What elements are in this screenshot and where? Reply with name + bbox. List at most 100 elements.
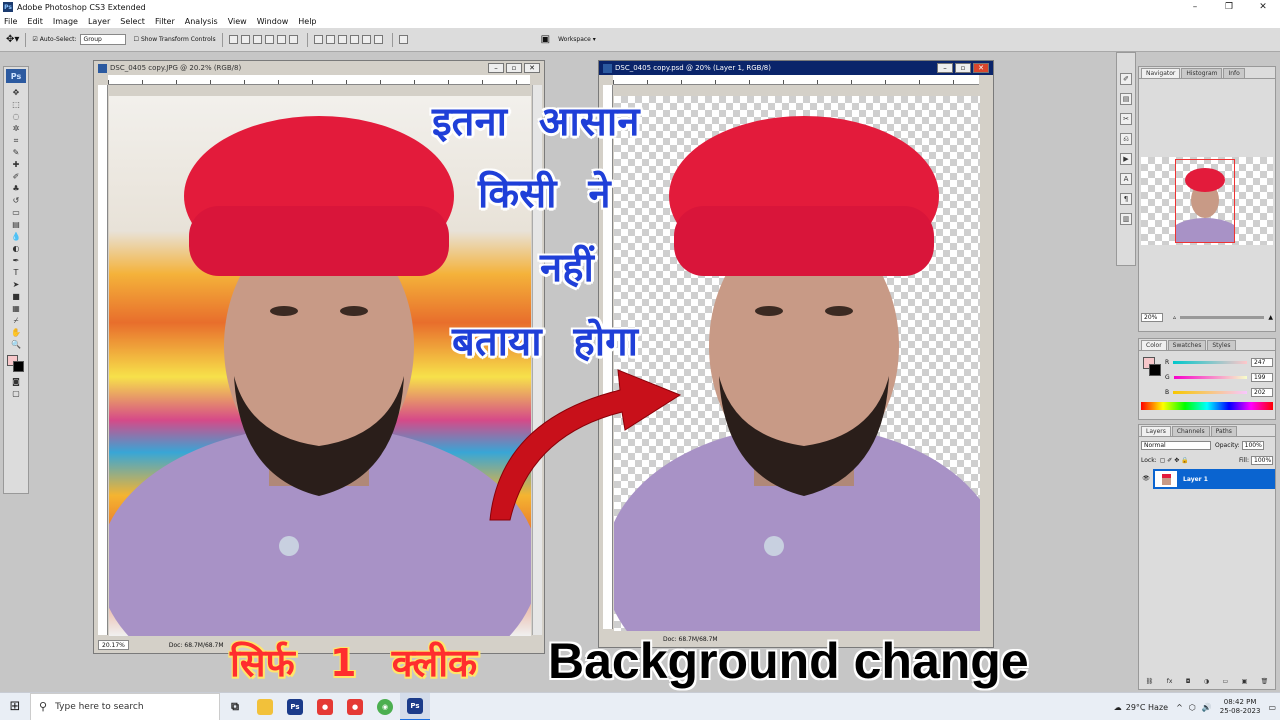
taskbar-app-recorder-2[interactable]: ● (340, 693, 370, 720)
blur-tool-icon[interactable]: 💧 (10, 232, 22, 242)
align-bottom-icon[interactable] (252, 35, 262, 44)
auto-select-dropdown[interactable]: Group (79, 34, 126, 45)
menu-help[interactable]: Help (298, 17, 316, 26)
value-r[interactable]: 247 (1251, 358, 1273, 367)
pen-tool-icon[interactable]: ✒ (10, 256, 22, 266)
doc-minimize-icon[interactable]: – (488, 63, 504, 73)
document-title-bar[interactable]: DSC_0405 copy.psd @ 20% (Layer 1, RGB/8) (599, 61, 993, 75)
auto-align-icon[interactable] (398, 35, 408, 44)
taskbar-app-recorder[interactable]: ● (310, 693, 340, 720)
lock-icons[interactable]: ▢ ✐ ✥ 🔒 (1160, 457, 1189, 464)
eraser-tool-icon[interactable]: ▭ (10, 208, 22, 218)
tab-channels[interactable]: Channels (1171, 426, 1210, 436)
taskbar-search[interactable]: ⚲ Type here to search (30, 692, 220, 720)
type-tool-icon[interactable]: T (10, 268, 22, 278)
task-view-button[interactable]: ⧉ (220, 693, 250, 720)
tab-styles[interactable]: Styles (1207, 340, 1236, 350)
visibility-eye-icon[interactable]: 👁 (1139, 469, 1153, 489)
doc-close-icon[interactable]: ✕ (973, 63, 989, 73)
menu-image[interactable]: Image (53, 17, 78, 26)
distribute-right-icon[interactable] (373, 35, 383, 44)
value-b[interactable]: 202 (1251, 388, 1273, 397)
maximize-icon[interactable]: ❐ (1212, 0, 1246, 14)
auto-select-checkbox[interactable]: ☑ (32, 36, 37, 43)
distribute-vcenter-icon[interactable] (325, 35, 335, 44)
tab-navigator[interactable]: Navigator (1141, 68, 1181, 78)
weather-text[interactable]: 29°C Haze (1126, 703, 1168, 712)
value-g[interactable]: 199 (1251, 373, 1273, 382)
notes-tool-icon[interactable]: ▦ (10, 304, 22, 314)
tab-info[interactable]: Info (1223, 68, 1245, 78)
slider-r[interactable] (1173, 361, 1247, 364)
menu-edit[interactable]: Edit (27, 17, 43, 26)
zoom-in-icon[interactable]: ▲ (1268, 314, 1273, 321)
move-tool-icon[interactable]: ✥ (10, 88, 22, 98)
distribute-bottom-icon[interactable] (337, 35, 347, 44)
path-selection-icon[interactable]: ➤ (10, 280, 22, 290)
document-window-edited[interactable]: DSC_0405 copy.psd @ 20% (Layer 1, RGB/8)… (598, 60, 994, 648)
taskbar-app-photoshop-active[interactable]: Ps (400, 692, 430, 720)
color-swatches[interactable] (7, 355, 25, 372)
magic-wand-icon[interactable]: ✲ (10, 124, 22, 134)
zoom-tool-icon[interactable]: 🔍 (10, 340, 22, 350)
crop-tool-icon[interactable]: ⌗ (10, 136, 22, 146)
doc-maximize-icon[interactable]: ▫ (955, 63, 971, 73)
adjustment-layer-icon[interactable]: ◑ (1204, 678, 1209, 685)
background-color[interactable] (13, 361, 24, 372)
tab-paths[interactable]: Paths (1210, 426, 1237, 436)
shape-tool-icon[interactable]: ■ (10, 292, 22, 302)
menu-file[interactable]: File (4, 17, 17, 26)
align-left-icon[interactable] (264, 35, 274, 44)
align-right-icon[interactable] (288, 35, 298, 44)
zoom-slider[interactable] (1180, 316, 1265, 319)
clock[interactable]: 08:42 PM 25-08-2023 (1220, 698, 1261, 716)
quick-mask-icon[interactable]: ◙ (10, 377, 22, 387)
dodge-tool-icon[interactable]: ◐ (10, 244, 22, 254)
brushes-panel-icon[interactable]: ✐ (1120, 73, 1132, 85)
bg-color-chip[interactable] (1149, 364, 1161, 376)
doc-close-icon[interactable]: ✕ (524, 63, 540, 73)
doc-minimize-icon[interactable]: – (937, 63, 953, 73)
gradient-tool-icon[interactable]: ▤ (10, 220, 22, 230)
align-top-icon[interactable] (228, 35, 238, 44)
new-layer-icon[interactable]: ▣ (1242, 678, 1248, 685)
move-tool-icon[interactable]: ✥▾ (6, 34, 19, 45)
color-spectrum[interactable] (1141, 402, 1273, 410)
menu-window[interactable]: Window (257, 17, 289, 26)
new-group-icon[interactable]: ▭ (1223, 678, 1229, 685)
healing-brush-icon[interactable]: ✚ (10, 160, 22, 170)
layer-style-icon[interactable]: fx (1167, 678, 1173, 685)
slider-b[interactable] (1173, 391, 1247, 394)
close-icon[interactable]: ✕ (1246, 0, 1280, 14)
character-panel-icon[interactable]: A (1120, 173, 1132, 185)
paragraph-panel-icon[interactable]: ¶ (1120, 193, 1132, 205)
taskbar-app-file-explorer[interactable] (250, 693, 280, 720)
taskbar-app-photoshop[interactable]: Ps (280, 693, 310, 720)
history-panel-icon[interactable]: ⎌ (1120, 133, 1132, 145)
fill-field[interactable]: 100% (1251, 455, 1273, 465)
navigator-preview[interactable] (1141, 157, 1273, 262)
weather-icon[interactable]: ☁ (1114, 703, 1122, 712)
eyedropper-icon[interactable]: ⌿ (10, 316, 22, 326)
notification-icon[interactable]: ▭ (1268, 703, 1276, 712)
workspace-icon[interactable]: ▣ (541, 34, 550, 45)
align-hcenter-icon[interactable] (276, 35, 286, 44)
screen-mode-icon[interactable]: ▢ (10, 389, 22, 399)
blend-mode-dropdown[interactable]: Normal (1141, 440, 1211, 450)
tab-layers[interactable]: Layers (1141, 426, 1171, 436)
layer-mask-icon[interactable]: ◘ (1186, 678, 1191, 685)
document-title-bar[interactable]: DSC_0405 copy.JPG @ 20.2% (RGB/8) (94, 61, 544, 75)
minimize-icon[interactable]: – (1178, 0, 1212, 14)
lasso-tool-icon[interactable]: ◌ (10, 112, 22, 122)
navigator-view-box[interactable] (1165, 159, 1245, 262)
volume-icon[interactable]: 🔊 (1202, 703, 1212, 712)
menu-view[interactable]: View (228, 17, 247, 26)
navigator-zoom-field[interactable]: 20% (1141, 313, 1163, 322)
opacity-field[interactable]: 100% (1241, 440, 1264, 450)
menu-layer[interactable]: Layer (88, 17, 110, 26)
show-transform-checkbox[interactable]: ☐ (134, 36, 139, 43)
actions-panel-icon[interactable]: ▶ (1120, 153, 1132, 165)
tab-histogram[interactable]: Histogram (1181, 68, 1223, 78)
show-hidden-icons[interactable]: ^ (1176, 703, 1183, 712)
tab-color[interactable]: Color (1141, 340, 1167, 350)
